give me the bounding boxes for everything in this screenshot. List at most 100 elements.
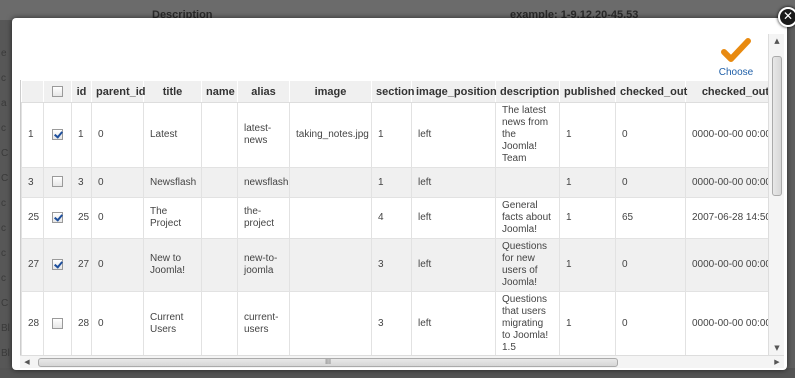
background-side-letter: c [1,198,6,209]
table-row[interactable]: 28 28 0 Current Users current-users 3 left Ques… [21,291,768,355]
column-header-id[interactable]: id [71,80,92,103]
column-header-checked-out[interactable]: checked_out [615,80,687,103]
horizontal-scrollbar[interactable]: ◀ III ▶ [20,355,784,368]
cell-checked-out: 0 [615,291,686,355]
checkmark-icon [721,38,751,62]
row-checkbox [43,167,72,198]
choose-button[interactable]: Choose [712,38,760,80]
column-header-description[interactable]: description [495,80,560,103]
row-number: 28 [21,291,44,355]
cell-checked-out: 0 [615,238,686,292]
row-select-checkbox[interactable] [52,317,63,329]
column-header-name[interactable]: name [201,80,238,103]
column-header-rownum [21,80,44,103]
column-header-image-position[interactable]: image_position [411,80,497,103]
cell-image [289,291,372,355]
table-header-row: id parent_id title name alias image sect… [21,80,768,103]
cell-checked-out: 0 [615,102,686,168]
background-side-letter: c [1,223,6,234]
scroll-down-arrow-icon[interactable]: ▼ [769,341,785,355]
column-header-select-all[interactable] [43,80,72,103]
scroll-right-arrow-icon[interactable]: ▶ [770,356,784,369]
background-side-letter: C [1,148,9,159]
cell-description: General facts about Joomla! [495,197,560,239]
table-row[interactable]: 3 3 0 Newsflash newsflash 1 left 1 0 0000-00-00 0… [21,167,768,198]
cell-description: Questions that users migrating to Joomla… [495,291,560,355]
scroll-up-arrow-icon[interactable]: ▲ [769,34,785,48]
select-dialog: Choose id parent_id title name alias ima [12,18,787,370]
cell-parent-id: 0 [91,291,144,355]
cell-parent-id: 0 [91,238,144,292]
cell-section: 4 [371,197,412,239]
cell-checked-out-time: 0000-00-00 00:00:00 [685,291,768,355]
vertical-scrollbar[interactable]: ▲ ▼ [768,34,784,355]
cell-description [495,167,560,198]
table-row[interactable]: 27 27 0 New to Joomla! new-to-joomla 3 left Que… [21,238,768,292]
background-side-letter: e [1,48,7,59]
column-header-alias[interactable]: alias [237,80,290,103]
cell-image: taking_notes.jpg [289,102,372,168]
column-header-published[interactable]: published [559,80,616,103]
cell-section: 1 [371,102,412,168]
row-number: 3 [21,167,44,198]
column-header-section[interactable]: section [371,80,415,103]
row-select-checkbox[interactable] [52,128,63,140]
background-header: Description example: 1-9,12,20-45,53 [0,0,795,21]
cell-published: 1 [559,102,616,168]
cell-checked-out: 65 [615,197,686,239]
cell-description: Questions for new users of Joomla! [495,238,560,292]
cell-name [201,102,238,168]
scroll-left-arrow-icon[interactable]: ◀ [20,356,34,369]
background-side-letter: c [1,123,6,134]
column-header-image[interactable]: image [289,80,372,103]
horizontal-scroll-thumb[interactable]: III [38,358,618,367]
cell-alias: newsflash [237,167,290,198]
cell-published: 1 [559,197,616,239]
vertical-scroll-thumb[interactable] [772,56,782,196]
cell-parent-id: 0 [91,102,144,168]
background-side-letter: c [1,248,6,259]
cell-id: 28 [71,291,92,355]
cell-alias: latest-news [237,102,290,168]
cell-name [201,291,238,355]
cell-published: 1 [559,167,616,198]
column-header-checked-out-time[interactable]: checked_out_ [685,80,768,103]
cell-image-position: left [411,102,496,168]
row-select-checkbox[interactable] [52,176,63,188]
background-side-letter: C [1,173,9,184]
cell-description: The latest news from the Joomla! Team [495,102,560,168]
background-side-letter: Bl [1,323,10,334]
cell-name [201,238,238,292]
table-row[interactable]: 1 1 0 Latest latest-news taking_notes.jpg 1 lef… [21,102,768,168]
cell-title: New to Joomla! [143,238,202,292]
cell-checked-out-time: 0000-00-00 00:00:00 [685,238,768,292]
cell-section: 3 [371,238,412,292]
table-row[interactable]: 25 25 0 The Project the-project 4 left General … [21,197,768,239]
cell-section: 1 [371,167,412,198]
cell-checked-out-time: 0000-00-00 00:00:00 [685,102,768,168]
cell-image-position: left [411,238,496,292]
select-all-checkbox[interactable] [52,86,63,98]
cell-published: 1 [559,238,616,292]
background-sidebar: e c a c C Cc c c c C Bl Bl [0,20,12,378]
cell-image-position: left [411,291,496,355]
row-number: 1 [21,102,44,168]
cell-id: 3 [71,167,92,198]
row-number: 25 [21,197,44,239]
column-header-title[interactable]: title [143,80,202,103]
data-table: id parent_id title name alias image sect… [21,80,768,355]
cell-alias: the-project [237,197,290,239]
background-side-letter: c [1,273,6,284]
column-header-parent-id[interactable]: parent_id [91,80,146,103]
cell-image [289,197,372,239]
background-side-letter: a [1,98,7,109]
row-select-checkbox[interactable] [52,211,63,223]
cell-alias: current-users [237,291,290,355]
cell-image-position: left [411,167,496,198]
table-viewport: id parent_id title name alias image sect… [20,80,768,355]
cell-name [201,197,238,239]
row-select-checkbox[interactable] [52,258,63,270]
cell-image [289,238,372,292]
close-icon[interactable]: ✕ [778,7,795,27]
cell-title: Newsflash [143,167,202,198]
